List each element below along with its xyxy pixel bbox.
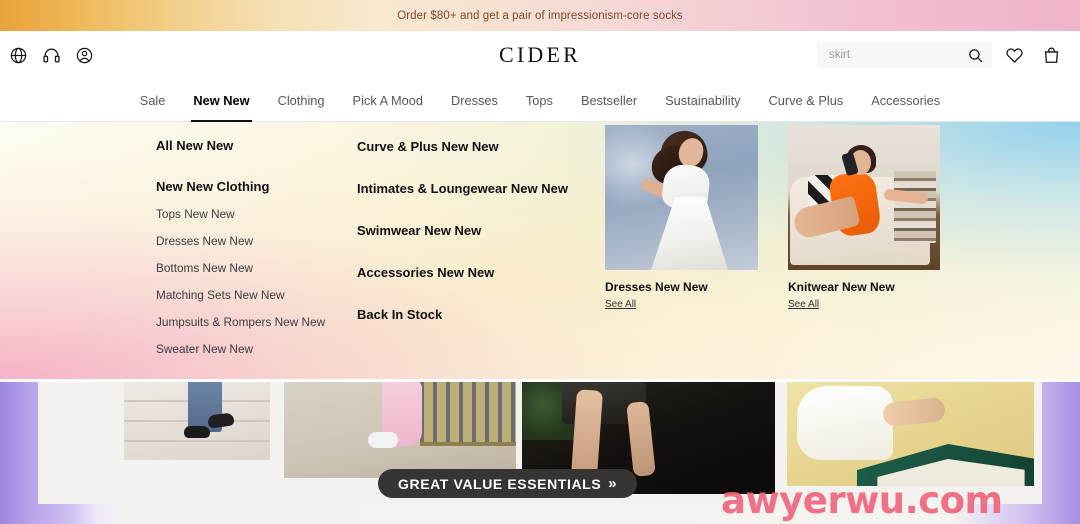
- mega-promo-image-knitwear[interactable]: [788, 125, 940, 270]
- headset-icon[interactable]: [41, 45, 61, 65]
- nav-item-dresses[interactable]: Dresses: [437, 79, 512, 122]
- search-input[interactable]: [829, 49, 959, 61]
- mega-link-sweater-new-new[interactable]: Sweater New New: [156, 342, 346, 356]
- hero-cta-badge[interactable]: GREAT VALUE ESSENTIALS »: [378, 469, 637, 498]
- mega-promo-image-dresses[interactable]: [605, 125, 758, 270]
- mega-link-intimates-loungewear-new-new[interactable]: Intimates & Loungewear New New: [357, 181, 587, 196]
- mega-menu-column-left: All New New New New Clothing Tops New Ne…: [156, 139, 346, 356]
- mega-link-back-in-stock[interactable]: Back In Stock: [357, 307, 587, 322]
- mega-group-title-new-new-clothing[interactable]: New New Clothing: [156, 179, 346, 194]
- promo-banner[interactable]: Order $80+ and get a pair of impressioni…: [0, 0, 1080, 31]
- mega-promo-see-all-knitwear[interactable]: See All: [788, 299, 819, 310]
- nav-item-new-new[interactable]: New New: [179, 79, 263, 122]
- nav-item-clothing[interactable]: Clothing: [264, 79, 339, 122]
- wishlist-icon[interactable]: [999, 40, 1029, 70]
- main-navigation: Sale New New Clothing Pick A Mood Dresse…: [0, 79, 1080, 122]
- mega-menu-panel: All New New New New Clothing Tops New Ne…: [0, 122, 1080, 379]
- mega-link-matching-sets-new-new[interactable]: Matching Sets New New: [156, 288, 346, 302]
- hero-tile-4[interactable]: [781, 382, 1034, 504]
- chevron-right-icon: »: [608, 475, 617, 492]
- hero-banner[interactable]: [0, 382, 1080, 524]
- mega-link-dresses-new-new[interactable]: Dresses New New: [156, 234, 346, 248]
- header-utility-icons: [8, 31, 94, 79]
- nav-item-bestseller[interactable]: Bestseller: [567, 79, 651, 122]
- nav-item-curve-plus[interactable]: Curve & Plus: [755, 79, 858, 122]
- nav-item-tops[interactable]: Tops: [512, 79, 567, 122]
- nav-item-accessories[interactable]: Accessories: [857, 79, 954, 122]
- mega-promo-card-knitwear[interactable]: Knitwear New New See All: [788, 125, 940, 312]
- mega-promo-caption-knitwear: Knitwear New New: [788, 280, 895, 294]
- mega-link-curve-plus-new-new[interactable]: Curve & Plus New New: [357, 139, 587, 154]
- search-icon[interactable]: [964, 44, 986, 66]
- nav-item-sustainability[interactable]: Sustainability: [651, 79, 754, 122]
- mega-link-all-new-new[interactable]: All New New: [156, 139, 346, 152]
- bag-icon[interactable]: [1036, 40, 1066, 70]
- hero-tile-1[interactable]: [38, 382, 270, 504]
- mega-link-swimwear-new-new[interactable]: Swimwear New New: [357, 223, 587, 238]
- hero-cta-label: GREAT VALUE ESSENTIALS: [398, 475, 602, 492]
- mega-promo-caption-dresses: Dresses New New: [605, 280, 708, 294]
- mega-promo-card-dresses[interactable]: Dresses New New See All: [605, 125, 758, 312]
- site-header: CIDER: [0, 31, 1080, 79]
- mega-link-bottoms-new-new[interactable]: Bottoms New New: [156, 261, 346, 275]
- globe-icon[interactable]: [8, 45, 28, 65]
- mega-promo-see-all-dresses[interactable]: See All: [605, 299, 636, 310]
- mega-menu-column-middle: Curve & Plus New New Intimates & Loungew…: [357, 139, 587, 322]
- mega-link-accessories-new-new[interactable]: Accessories New New: [357, 265, 587, 280]
- account-icon[interactable]: [74, 45, 94, 65]
- mega-link-tops-new-new[interactable]: Tops New New: [156, 207, 346, 221]
- promo-banner-text: Order $80+ and get a pair of impressioni…: [397, 9, 683, 22]
- nav-item-sale[interactable]: Sale: [126, 79, 180, 122]
- mega-link-jumpsuits-rompers-new-new[interactable]: Jumpsuits & Rompers New New: [156, 315, 346, 329]
- nav-item-pick-a-mood[interactable]: Pick A Mood: [339, 79, 437, 122]
- header-right-group: [817, 31, 1066, 79]
- search-box[interactable]: [817, 42, 992, 68]
